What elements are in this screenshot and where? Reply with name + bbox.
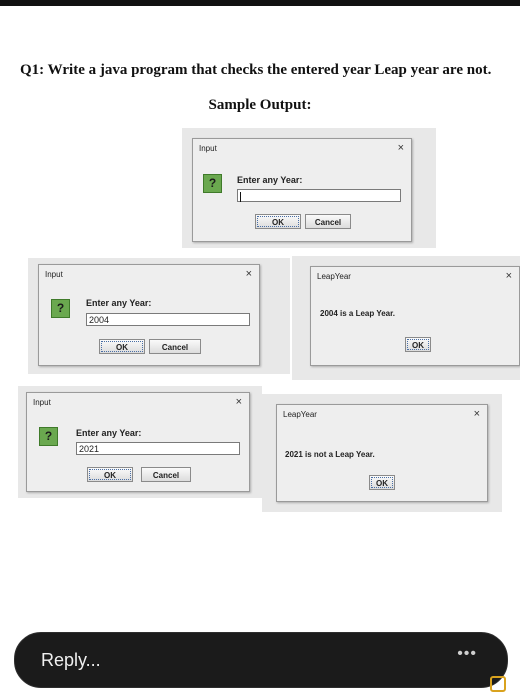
- cancel-button[interactable]: Cancel: [305, 214, 351, 229]
- dialog-title: LeapYear: [317, 272, 351, 281]
- ok-button[interactable]: OK: [87, 467, 133, 482]
- year-input[interactable]: 2004: [86, 313, 250, 326]
- close-icon[interactable]: ×: [236, 396, 242, 408]
- reply-placeholder: Reply...: [41, 650, 101, 670]
- dialog-title: Input: [199, 144, 217, 153]
- result-dialog-2: LeapYear × 2021 is not a Leap Year. OK: [276, 404, 488, 502]
- result-dialog-1: LeapYear × 2004 is a Leap Year. OK: [310, 266, 520, 366]
- dialog-title: Input: [33, 398, 51, 407]
- prompt-label: Enter any Year:: [86, 298, 152, 308]
- input-dialog-1: Input × ? Enter any Year: OK Cancel: [192, 138, 412, 242]
- ok-button[interactable]: OK: [99, 339, 145, 354]
- close-icon[interactable]: ×: [506, 270, 512, 282]
- result-message: 2021 is not a Leap Year.: [285, 450, 375, 459]
- question-icon: ?: [39, 427, 58, 446]
- year-input[interactable]: 2021: [76, 442, 240, 455]
- more-options-icon[interactable]: •••: [457, 645, 477, 663]
- question-text: Q1: Write a java program that checks the…: [20, 62, 492, 78]
- result-message: 2004 is a Leap Year.: [320, 309, 396, 318]
- close-icon[interactable]: ×: [246, 268, 252, 280]
- input-dialog-3: Input × ? Enter any Year: 2021 OK Cancel: [26, 392, 250, 492]
- ok-button[interactable]: OK: [369, 475, 395, 490]
- year-input[interactable]: [237, 189, 401, 202]
- sample-output-heading: Sample Output:: [208, 97, 312, 113]
- top-status-bar: [0, 0, 520, 6]
- close-icon[interactable]: ×: [398, 142, 404, 154]
- close-icon[interactable]: ×: [474, 408, 480, 420]
- dialog-title: Input: [45, 270, 63, 279]
- prompt-label: Enter any Year:: [76, 428, 142, 438]
- dialog-title: LeapYear: [283, 410, 317, 419]
- input-dialog-2: Input × ? Enter any Year: 2004 OK Cancel: [38, 264, 260, 366]
- cancel-button[interactable]: Cancel: [141, 467, 191, 482]
- question-icon: ?: [203, 174, 222, 193]
- text-caret: [240, 191, 241, 202]
- question-icon: ?: [51, 299, 70, 318]
- prompt-label: Enter any Year:: [237, 175, 303, 185]
- cancel-button[interactable]: Cancel: [149, 339, 201, 354]
- ok-button[interactable]: OK: [255, 214, 301, 229]
- reply-input[interactable]: Reply... •••: [14, 632, 508, 688]
- app-badge-icon: [490, 676, 506, 692]
- ok-button[interactable]: OK: [405, 337, 431, 352]
